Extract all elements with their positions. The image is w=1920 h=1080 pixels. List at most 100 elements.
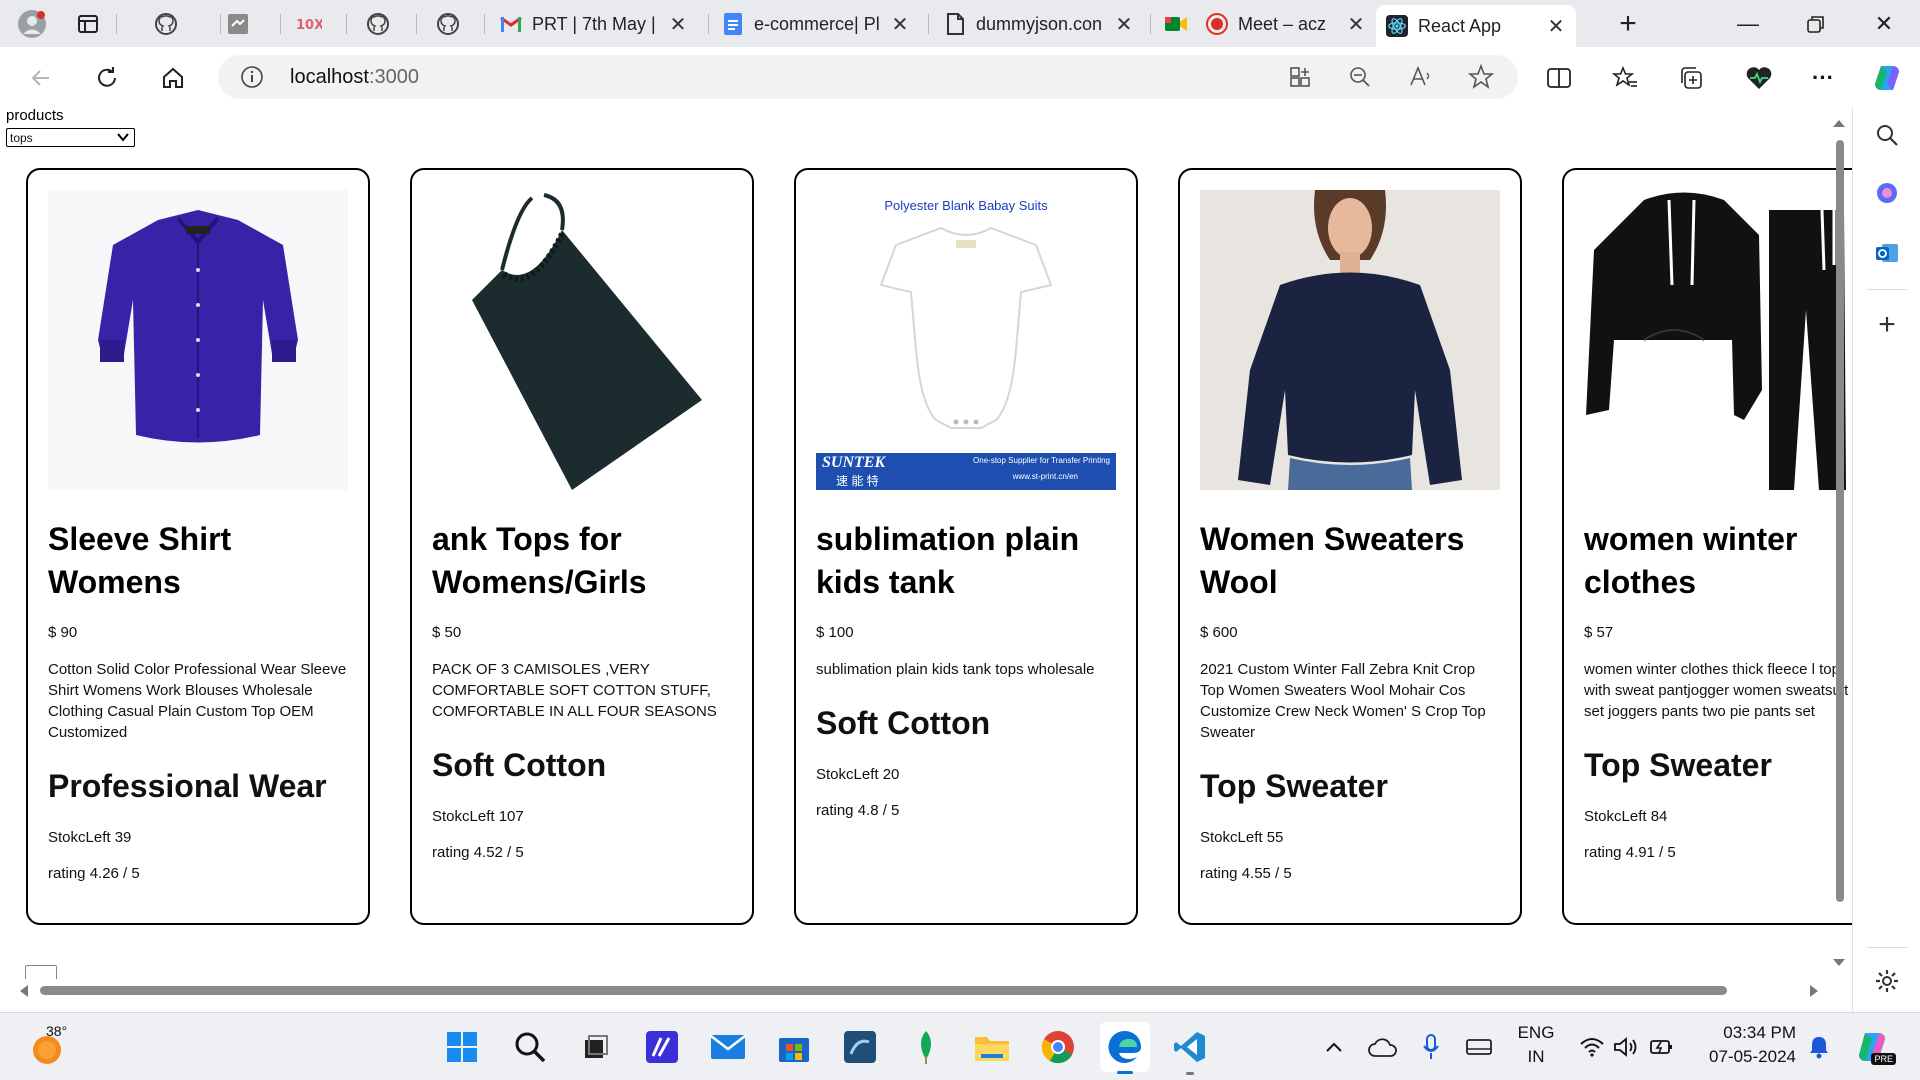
favorites-icon[interactable]: [1608, 61, 1642, 95]
notification-bell-icon[interactable]: [1806, 1033, 1832, 1061]
volume-icon[interactable]: [1612, 1033, 1640, 1061]
file-explorer-icon[interactable]: [972, 1027, 1012, 1067]
tab-dummyjson[interactable]: dummyjson.con ✕: [934, 5, 1144, 43]
page-footer-element: [25, 965, 57, 979]
pinned-tab-icon-2[interactable]: 10X: [292, 8, 324, 40]
restore-icon[interactable]: [1784, 0, 1848, 47]
copilot-sidebar-icon[interactable]: [1869, 175, 1905, 211]
vscode-icon[interactable]: [1170, 1027, 1210, 1075]
tab-title: dummyjson.con: [976, 13, 1103, 34]
region-code: IN: [1527, 1047, 1545, 1066]
site-info-icon[interactable]: [240, 65, 264, 89]
product-rating: rating 4.8 / 5: [816, 802, 900, 819]
product-title: ank Tops for Womens/Girls: [432, 521, 647, 600]
back-icon[interactable]: [24, 61, 58, 95]
address-bar[interactable]: localhost:3000: [218, 55, 1518, 99]
split-screen-icon[interactable]: [1542, 61, 1576, 95]
product-card[interactable]: Women Sweaters Wool $ 600 2021 Custom Wi…: [1178, 168, 1522, 925]
copilot-icon[interactable]: [1870, 61, 1904, 95]
product-price: $ 50: [432, 624, 462, 641]
category-selected-value: tops: [10, 130, 33, 145]
zoom-out-icon[interactable]: [1348, 65, 1372, 89]
minimize-icon[interactable]: —: [1716, 0, 1780, 47]
product-title: Sleeve Shirt Womens: [48, 521, 232, 600]
vertical-scrollbar-thumb[interactable]: [1836, 140, 1844, 902]
language-indicator[interactable]: ENG IN: [1516, 1021, 1556, 1069]
page-icon: [944, 13, 966, 35]
product-brand: Professional Wear: [48, 768, 327, 804]
product-card[interactable]: women winter clothes $ 57 women winter c…: [1562, 168, 1852, 925]
product-card[interactable]: Sleeve Shirt Womens $ 90 Cotton Solid Co…: [26, 168, 370, 925]
app-available-icon[interactable]: [1288, 65, 1312, 89]
scroll-left-arrow-icon[interactable]: [18, 984, 30, 998]
database-app-icon[interactable]: [840, 1027, 880, 1067]
onedrive-icon[interactable]: [1368, 1033, 1398, 1061]
settings-gear-icon[interactable]: [1869, 963, 1905, 999]
product-rating: rating 4.26 / 5: [48, 865, 140, 882]
profile-avatar-icon[interactable]: [16, 8, 48, 40]
github-tab-icon[interactable]: [150, 8, 182, 40]
chrome-icon[interactable]: [1038, 1027, 1078, 1067]
outlook-icon[interactable]: [1869, 235, 1905, 271]
product-stock: StokcLeft 20: [816, 766, 900, 783]
product-card[interactable]: ank Tops for Womens/Girls $ 50 PACK OF 3…: [410, 168, 754, 925]
window-close-icon[interactable]: ✕: [1852, 0, 1916, 47]
product-rating: rating 4.55 / 5: [1200, 865, 1292, 882]
battery-charging-icon[interactable]: [1648, 1033, 1676, 1061]
horizontal-scrollbar-thumb[interactable]: [40, 986, 1727, 995]
browser-essentials-icon[interactable]: [1742, 61, 1776, 95]
banner-tagline: One-stop Supplier for Transfer Printing: [973, 456, 1110, 465]
github-tab-icon-2[interactable]: [362, 8, 394, 40]
tab-gmail[interactable]: PRT | 7th May | ✕: [490, 5, 698, 43]
github-tab-icon-3[interactable]: [432, 8, 464, 40]
microsoft-store-icon[interactable]: [774, 1027, 814, 1067]
close-icon[interactable]: ✕: [1546, 14, 1566, 39]
close-icon[interactable]: ✕: [1346, 12, 1366, 37]
taskbar-search-icon[interactable]: [510, 1027, 550, 1067]
copilot-taskbar-icon[interactable]: PRE: [1852, 1027, 1896, 1067]
wifi-icon[interactable]: [1578, 1033, 1606, 1061]
scroll-right-arrow-icon[interactable]: [1808, 984, 1820, 998]
chevron-down-icon: [116, 130, 130, 144]
tab-react-app[interactable]: React App ✕: [1376, 5, 1576, 47]
close-icon[interactable]: ✕: [1114, 12, 1134, 37]
product-description-text: women winter clothes thick fleece l top …: [1584, 661, 1849, 720]
close-icon[interactable]: ✕: [668, 12, 688, 37]
tab-meet[interactable]: Meet – acz ✕: [1196, 5, 1376, 43]
read-aloud-icon[interactable]: [1408, 65, 1434, 89]
more-menu-icon[interactable]: ···: [1806, 61, 1840, 95]
collections-icon[interactable]: [1674, 61, 1708, 95]
tab-actions-icon[interactable]: [72, 8, 104, 40]
product-brand: Top Sweater: [1584, 747, 1772, 783]
pinned-tab-icon[interactable]: [222, 8, 254, 40]
product-price: $ 100: [816, 624, 854, 641]
system-clock[interactable]: 03:34 PM 07-05-2024: [1686, 1021, 1796, 1069]
tab-google-docs[interactable]: e-commerce| Pl ✕: [712, 5, 920, 43]
weather-temperature: 38°: [46, 1023, 68, 1039]
favorite-star-icon[interactable]: [1468, 64, 1494, 90]
clock-time: 03:34 PM: [1723, 1023, 1796, 1042]
mongodb-icon[interactable]: [906, 1027, 946, 1067]
microphone-icon[interactable]: [1418, 1033, 1444, 1061]
url-text[interactable]: localhost:3000: [290, 66, 419, 89]
task-view-icon[interactable]: [576, 1027, 616, 1067]
banner-brand: SUNTEK: [822, 454, 886, 471]
category-select[interactable]: tops: [6, 128, 135, 147]
google-meet-pinned-icon[interactable]: [1160, 8, 1192, 40]
new-tab-icon[interactable]: +: [1612, 7, 1644, 40]
add-sidebar-app-icon[interactable]: +: [1869, 307, 1905, 343]
refresh-icon[interactable]: [90, 61, 124, 95]
edge-taskbar-icon[interactable]: [1100, 1022, 1150, 1074]
search-icon[interactable]: [1869, 117, 1905, 153]
close-icon[interactable]: ✕: [890, 12, 910, 37]
home-icon[interactable]: [156, 61, 190, 95]
code-editor-taskbar-icon[interactable]: [642, 1027, 682, 1067]
show-hidden-icons-icon[interactable]: [1322, 1035, 1346, 1059]
battery-device-icon[interactable]: [1464, 1033, 1494, 1061]
product-card[interactable]: Polyester Blank Babay Suits SUNTEK 速 能 特…: [794, 168, 1138, 925]
product-image-tank: [432, 190, 732, 490]
product-title: sublimation plain kids tank: [816, 521, 1080, 600]
product-image-hoodie-set: [1584, 190, 1852, 490]
windows-start-icon[interactable]: [442, 1027, 482, 1067]
mail-icon[interactable]: [708, 1027, 748, 1067]
